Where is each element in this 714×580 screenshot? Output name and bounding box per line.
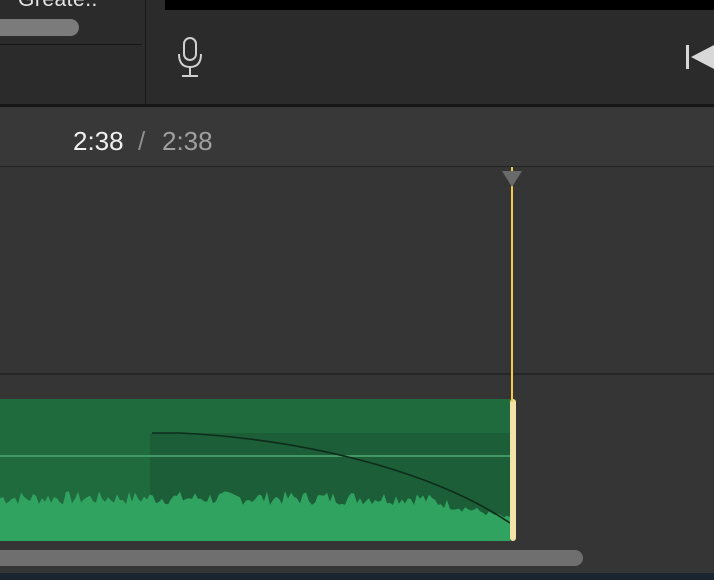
clip-end-handle[interactable]	[510, 399, 516, 541]
viewer-frame	[165, 0, 714, 10]
total-duration: 2:38	[162, 126, 213, 156]
timeline[interactable]	[0, 167, 714, 573]
audio-clip[interactable]	[0, 399, 513, 541]
skip-to-start-icon[interactable]	[686, 43, 714, 71]
browser-divider	[0, 44, 142, 45]
track-divider	[0, 373, 714, 375]
timeline-scrollbar[interactable]	[0, 550, 583, 566]
dock-strip	[0, 573, 714, 580]
playhead[interactable]	[511, 167, 513, 402]
timecode-bar: 2:38 / 2:38	[0, 107, 714, 167]
media-item-label[interactable]: Greate..	[18, 0, 98, 12]
time-separator: /	[138, 126, 146, 156]
playhead-marker-icon[interactable]	[502, 171, 522, 187]
current-time: 2:38	[73, 126, 124, 156]
microphone-icon[interactable]	[176, 36, 204, 78]
browser-scrollbar[interactable]	[0, 19, 79, 36]
media-browser-pane: Greate..	[0, 0, 146, 104]
viewer-controls	[146, 0, 714, 104]
